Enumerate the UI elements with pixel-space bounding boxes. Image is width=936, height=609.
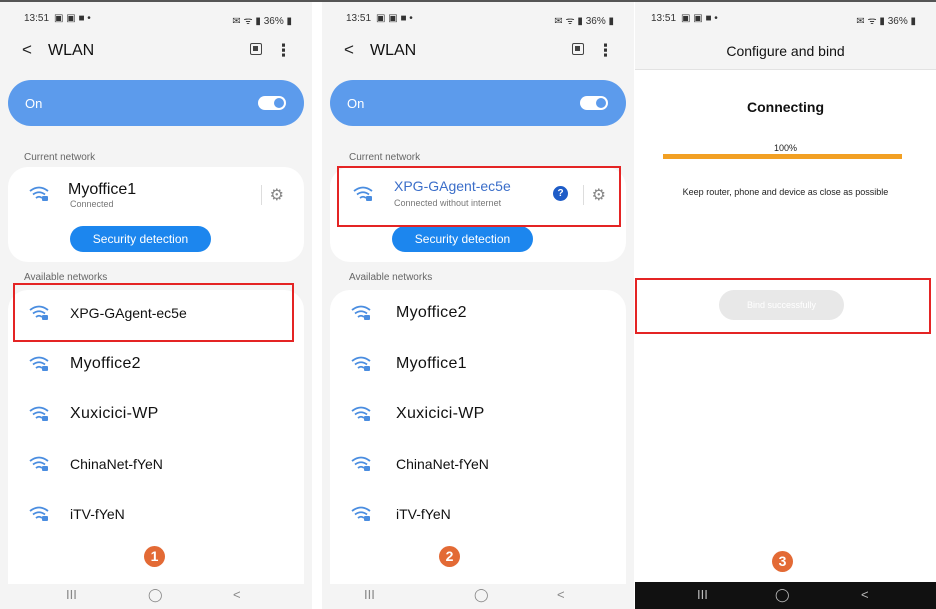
wifi-locked-icon	[29, 406, 49, 421]
back-nav-icon[interactable]: <	[557, 587, 565, 602]
tutorial-screenshot: { "status": {"time": "13:51", "left_icon…	[0, 0, 936, 609]
status-notification-icons: ▣ ▣ ■ •	[376, 13, 413, 24]
network-name: Xuxicici-WP	[396, 405, 485, 422]
status-time: 13:51	[24, 13, 50, 24]
network-name: Xuxicici-WP	[70, 405, 159, 422]
status-system-icons: ✉ ᯤ ▮ 36% ▮	[554, 16, 614, 27]
configure-bind-panel: 13:51 ▣ ▣ ■ • ✉ ᯤ ▮ 36% ▮ Configure and …	[635, 2, 936, 609]
list-item[interactable]: Myoffice2	[8, 345, 304, 385]
recents-icon[interactable]: III	[66, 587, 77, 602]
status-bar: 13:51 ▣ ▣ ■ • ✉ ᯤ ▮ 36% ▮	[651, 13, 916, 27]
list-item[interactable]: Xuxicici-WP	[330, 395, 626, 435]
wlan-header: < WLAN ⋮	[14, 40, 298, 62]
page-title: WLAN	[370, 42, 417, 59]
available-networks-label: Available networks	[24, 272, 108, 283]
progress-fill	[663, 154, 902, 159]
status-bar: 13:51 ▣ ▣ ■ • ✉ ᯤ ▮ 36% ▮	[346, 13, 614, 27]
wifi-locked-icon	[351, 456, 371, 471]
list-item[interactable]: ChinaNet-fYeN	[330, 445, 626, 485]
toggle-knob	[596, 98, 606, 108]
wifi-locked-icon	[351, 506, 371, 521]
home-icon[interactable]: ◯	[148, 587, 163, 603]
security-detection-button[interactable]: Security detection	[392, 226, 533, 252]
wlan-toggle[interactable]	[580, 96, 608, 110]
available-networks-label: Available networks	[349, 272, 433, 283]
network-name: ChinaNet-fYeN	[396, 456, 489, 472]
wifi-locked-icon	[29, 356, 49, 371]
page-title: Configure and bind	[726, 43, 845, 59]
wifi-locked-icon	[29, 506, 49, 521]
current-network-card[interactable]: Myoffice1 Connected ⚙ Security detection	[8, 167, 304, 262]
list-item[interactable]: ChinaNet-fYeN	[8, 445, 304, 485]
current-network-status: Connected	[70, 199, 114, 209]
network-name: Myoffice2	[70, 355, 141, 372]
status-time: 13:51	[346, 13, 372, 24]
page-title: WLAN	[48, 42, 95, 59]
toggle-knob	[274, 98, 284, 108]
list-item[interactable]: Myoffice1	[330, 345, 626, 385]
wlan-on-label: On	[25, 96, 43, 111]
step-badge: 2	[439, 546, 460, 567]
wifi-locked-icon	[351, 406, 371, 421]
qr-scan-icon[interactable]	[572, 43, 584, 55]
security-detection-button[interactable]: Security detection	[70, 226, 211, 252]
connecting-heading: Connecting	[747, 99, 824, 115]
back-icon[interactable]: <	[22, 40, 32, 60]
wifi-locked-icon	[29, 186, 49, 201]
configure-header: 13:51 ▣ ▣ ■ • ✉ ᯤ ▮ 36% ▮ Configure and …	[635, 2, 936, 70]
recents-icon[interactable]: III	[697, 587, 708, 602]
navigation-bar: III ◯ <	[322, 582, 634, 609]
step-badge: 3	[772, 551, 793, 572]
network-name: ChinaNet-fYeN	[70, 456, 163, 472]
status-time: 13:51	[651, 13, 677, 24]
navigation-bar: III ◯ <	[0, 582, 312, 609]
network-name: Myoffice1	[396, 355, 467, 372]
status-notification-icons: ▣ ▣ ■ •	[54, 13, 91, 24]
status-system-icons: ✉ ᯤ ▮ 36% ▮	[232, 16, 292, 27]
step-badge: 1	[144, 546, 165, 567]
status-bar: 13:51 ▣ ▣ ■ • ✉ ᯤ ▮ 36% ▮	[24, 13, 292, 27]
wlan-toggle[interactable]	[258, 96, 286, 110]
wlan-master-switch[interactable]: On	[8, 80, 304, 126]
wlan-master-switch[interactable]: On	[330, 80, 626, 126]
progress-percent: 100%	[773, 143, 798, 153]
wlan-panel-1: 13:51 ▣ ▣ ■ • ✉ ᯤ ▮ 36% ▮ < WLAN ⋮ On Cu…	[0, 2, 312, 609]
home-icon[interactable]: ◯	[474, 587, 489, 603]
back-nav-icon[interactable]: <	[861, 587, 869, 602]
more-options-icon[interactable]: ⋮	[275, 41, 292, 61]
back-nav-icon[interactable]: <	[233, 587, 241, 602]
wlan-panel-2: 13:51 ▣ ▣ ■ • ✉ ᯤ ▮ 36% ▮ < WLAN ⋮ On Cu…	[322, 2, 634, 609]
more-options-icon[interactable]: ⋮	[597, 41, 614, 61]
proximity-hint: Keep router, phone and device as close a…	[682, 187, 889, 197]
wlan-on-label: On	[347, 96, 365, 111]
network-name: Myoffice2	[396, 304, 467, 321]
divider	[261, 185, 262, 205]
wlan-header: < WLAN ⋮	[336, 40, 620, 62]
recents-icon[interactable]: III	[364, 587, 375, 602]
network-name: iTV-fYeN	[70, 506, 125, 522]
wifi-locked-icon	[351, 356, 371, 371]
list-item[interactable]: iTV-fYeN	[330, 495, 626, 535]
list-item[interactable]: Myoffice2	[330, 294, 626, 334]
network-name: iTV-fYeN	[396, 506, 451, 522]
current-network-name: Myoffice1	[68, 181, 137, 198]
progress-bar	[663, 154, 902, 159]
list-item[interactable]: iTV-fYeN	[8, 495, 304, 535]
navigation-bar: III ◯ <	[635, 582, 936, 609]
available-networks-list: Myoffice2 Myoffice1 Xuxicici-WP ChinaNet…	[330, 290, 626, 584]
qr-scan-icon[interactable]	[250, 43, 262, 55]
status-system-icons: ✉ ᯤ ▮ 36% ▮	[856, 16, 916, 27]
highlight-box	[13, 283, 294, 342]
gear-icon[interactable]: ⚙	[270, 185, 284, 205]
highlight-box	[635, 278, 931, 334]
current-network-label: Current network	[349, 152, 421, 163]
list-item[interactable]: Xuxicici-WP	[8, 395, 304, 435]
current-network-label: Current network	[24, 152, 96, 163]
highlight-box	[337, 166, 621, 227]
wifi-locked-icon	[351, 305, 371, 320]
status-notification-icons: ▣ ▣ ■ •	[681, 13, 718, 24]
back-icon[interactable]: <	[344, 40, 354, 60]
home-icon[interactable]: ◯	[775, 587, 790, 603]
wifi-locked-icon	[29, 456, 49, 471]
